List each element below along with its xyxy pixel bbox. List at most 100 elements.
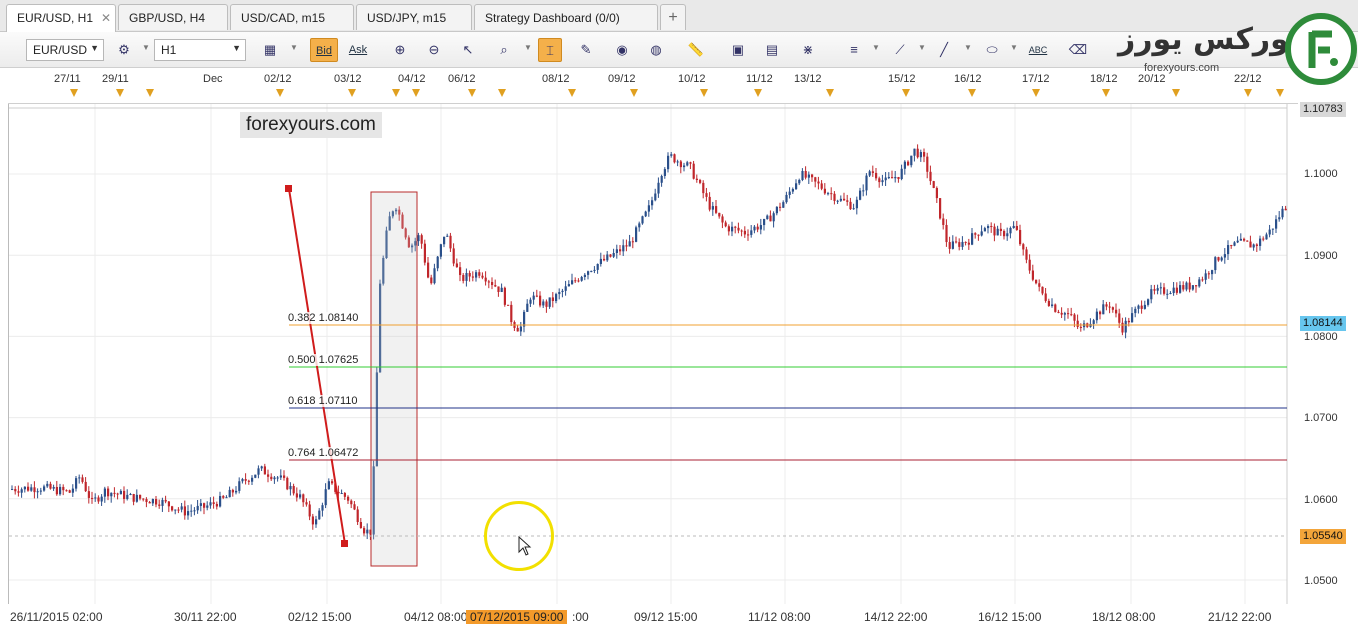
- timeframe-select[interactable]: H1 ▼: [154, 39, 246, 61]
- lines-icon[interactable]: ⋇: [796, 38, 820, 62]
- candle-body: [1009, 228, 1012, 234]
- price-tag-fib: 1.08144: [1300, 316, 1346, 331]
- tab-usdcad-m15[interactable]: USD/CAD, m15: [230, 4, 354, 30]
- ask-button[interactable]: Ask: [344, 38, 372, 62]
- candle-body: [315, 519, 318, 525]
- event-marker[interactable]: [498, 89, 506, 97]
- candle-body: [923, 152, 926, 157]
- crosshair-icon[interactable]: ⌶: [538, 38, 562, 62]
- candle-body: [331, 481, 334, 484]
- image-icon[interactable]: ▣: [726, 38, 750, 62]
- price-chart[interactable]: [8, 104, 1298, 604]
- event-marker[interactable]: [826, 89, 834, 97]
- candle-body: [289, 486, 292, 490]
- symbol-select[interactable]: EUR/USD ▼: [26, 39, 104, 61]
- text-tool-button[interactable]: ABC: [1026, 38, 1050, 62]
- event-marker[interactable]: [630, 89, 638, 97]
- candle-body: [318, 510, 321, 520]
- candlestick-chart[interactable]: [9, 104, 1299, 604]
- candle-body: [1217, 257, 1220, 261]
- candle-body: [839, 198, 842, 201]
- candle-body: [321, 505, 324, 511]
- chevron-down-icon[interactable]: ▼: [524, 43, 532, 52]
- globe-icon[interactable]: ◍: [644, 38, 668, 62]
- event-marker[interactable]: [1172, 89, 1180, 97]
- event-marker[interactable]: [1102, 89, 1110, 97]
- chevron-down-icon[interactable]: ▼: [1010, 43, 1018, 52]
- fib-price: 1.07625: [318, 354, 359, 366]
- candle-body: [894, 176, 897, 179]
- chevron-down-icon[interactable]: ▼: [918, 43, 926, 52]
- event-marker[interactable]: [1032, 89, 1040, 97]
- candle-body: [612, 253, 615, 257]
- pointer-icon[interactable]: ↖: [456, 38, 480, 62]
- event-marker[interactable]: [468, 89, 476, 97]
- bottom-date-label: 11/12 08:00: [748, 610, 811, 624]
- event-marker[interactable]: [276, 89, 284, 97]
- event-marker[interactable]: [568, 89, 576, 97]
- candle-body: [139, 494, 142, 499]
- ruler-icon[interactable]: 📏: [684, 38, 708, 62]
- tab-eurusd-h1[interactable]: EUR/USD, H1 ✕: [6, 4, 116, 32]
- top-date-label: 13/12: [794, 73, 822, 85]
- magnifier-icon[interactable]: ⌕: [492, 38, 516, 62]
- chart-type-icon[interactable]: ▦: [258, 38, 282, 62]
- event-marker[interactable]: [700, 89, 708, 97]
- event-marker[interactable]: [70, 89, 78, 97]
- candle-body: [135, 494, 138, 502]
- candle-body: [1284, 208, 1287, 211]
- event-marker[interactable]: [754, 89, 762, 97]
- indicator-icon[interactable]: ⚙: [112, 38, 136, 62]
- trendline-icon[interactable]: ╱: [932, 38, 956, 62]
- chevron-down-icon[interactable]: ▼: [290, 43, 298, 52]
- event-marker[interactable]: [348, 89, 356, 97]
- chevron-down-icon[interactable]: ▼: [872, 43, 880, 52]
- zoom-out-icon[interactable]: ⊖: [422, 38, 446, 62]
- candle-body: [65, 490, 68, 492]
- bottom-date-label: 14/12 22:00: [864, 610, 928, 624]
- candle-body: [1191, 285, 1194, 290]
- eye-icon[interactable]: ◉: [610, 38, 634, 62]
- draw-icon[interactable]: ✎: [574, 38, 598, 62]
- fan-icon[interactable]: ⟋: [888, 38, 912, 62]
- zoom-in-icon[interactable]: ⊕: [388, 38, 412, 62]
- candle-body: [603, 258, 606, 261]
- candle-body: [990, 226, 993, 228]
- tab-usdjpy-m15[interactable]: USD/JPY, m15: [356, 4, 472, 30]
- event-marker[interactable]: [902, 89, 910, 97]
- candle-body: [625, 245, 628, 247]
- bottom-date-label: 18/12 08:00: [1092, 610, 1156, 624]
- event-marker[interactable]: [1276, 89, 1284, 97]
- candle-body: [971, 233, 974, 245]
- fib-ratio: 0.500: [288, 354, 316, 366]
- candle-body: [273, 477, 276, 480]
- event-marker[interactable]: [116, 89, 124, 97]
- eraser-icon[interactable]: ⌫: [1066, 38, 1090, 62]
- candle-body: [673, 154, 676, 163]
- event-marker[interactable]: [1244, 89, 1252, 97]
- tab-gbpusd-h4[interactable]: GBP/USD, H4: [118, 4, 228, 30]
- event-marker[interactable]: [412, 89, 420, 97]
- candle-body: [1022, 244, 1025, 250]
- top-date-label: 20/12: [1138, 73, 1166, 85]
- candle-body: [164, 499, 167, 502]
- event-marker[interactable]: [392, 89, 400, 97]
- chevron-down-icon[interactable]: ▼: [142, 43, 150, 52]
- fib-ratio: 0.764: [288, 447, 316, 459]
- chart-window-icon[interactable]: ▤: [760, 38, 784, 62]
- bid-button[interactable]: Bid: [310, 38, 338, 62]
- add-tab-button[interactable]: +: [660, 4, 686, 30]
- chevron-down-icon[interactable]: ▼: [964, 43, 972, 52]
- event-marker[interactable]: [968, 89, 976, 97]
- candle-body: [737, 227, 740, 231]
- candle-body: [667, 155, 670, 170]
- candle-body: [46, 483, 49, 487]
- list-icon[interactable]: ≡: [842, 38, 866, 62]
- close-icon[interactable]: ✕: [101, 11, 111, 25]
- tab-strategy-dashboard[interactable]: Strategy Dashboard (0/0): [474, 4, 658, 30]
- candle-body: [734, 226, 737, 228]
- candle-body: [222, 496, 225, 498]
- event-marker[interactable]: [146, 89, 154, 97]
- candle-body: [1019, 229, 1022, 245]
- ellipse-icon[interactable]: ⬭: [980, 38, 1004, 62]
